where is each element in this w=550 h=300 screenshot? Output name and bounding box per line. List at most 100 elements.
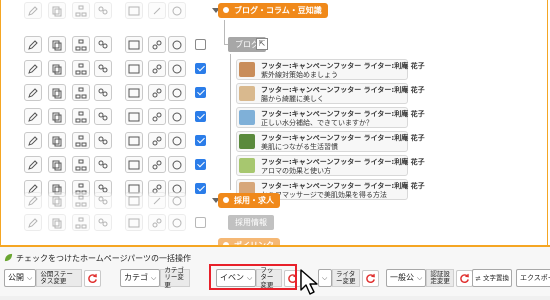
people-icon[interactable]: [94, 192, 112, 209]
link-icon[interactable]: [148, 60, 166, 77]
parts-row: フッター:キャンペーンフッター ライター:利庵 花子 正しい水分補給、できていま…: [0, 94, 550, 130]
people-icon[interactable]: [94, 36, 112, 53]
people-icon[interactable]: [94, 132, 112, 149]
comment-icon[interactable]: [168, 60, 186, 77]
comment-icon[interactable]: [168, 156, 186, 173]
entry-thumbnail: [239, 158, 255, 173]
entry-card[interactable]: フッター:キャンペーンフッター ライター:利庵 花子 正しい水分補給、できていま…: [236, 107, 425, 128]
category-recruit[interactable]: 採用・求人: [218, 193, 280, 208]
parts-row: ブログ ⇱: [0, 20, 550, 58]
comment-icon[interactable]: [168, 108, 186, 125]
comment-icon[interactable]: [168, 2, 186, 19]
link-icon[interactable]: [148, 132, 166, 149]
copy-icon[interactable]: [48, 156, 66, 173]
edit-icon[interactable]: [24, 36, 42, 53]
comment-icon[interactable]: [168, 132, 186, 149]
entry-card[interactable]: フッター:キャンペーンフッター ライター:利庵 花子 美肌につながる生活習慣: [236, 131, 425, 152]
edit-icon[interactable]: [24, 192, 42, 209]
edit-icon[interactable]: [24, 84, 42, 101]
window-icon[interactable]: [125, 2, 143, 19]
writer-apply-button[interactable]: [362, 269, 379, 287]
people-icon[interactable]: [94, 214, 112, 231]
tree-icon[interactable]: [72, 132, 90, 149]
row-checkbox[interactable]: [195, 159, 206, 170]
edit-icon[interactable]: [24, 2, 42, 19]
copy-icon[interactable]: [48, 132, 66, 149]
edit-icon[interactable]: [24, 132, 42, 149]
copy-icon[interactable]: [48, 36, 66, 53]
row-checkbox[interactable]: [195, 135, 206, 146]
row-checkbox[interactable]: [195, 39, 206, 50]
window-icon[interactable]: [125, 156, 143, 173]
tree-line: [230, 70, 231, 94]
tree-icon[interactable]: [72, 192, 90, 209]
entry-card[interactable]: フッター:キャンペーンフッター ライター:利庵 花子 アロマの効果と使い方: [236, 155, 425, 176]
copy-icon[interactable]: [48, 84, 66, 101]
link-icon[interactable]: [148, 214, 166, 231]
parts-row: ブログ・コラム・豆知識: [0, 0, 550, 24]
auth-apply-button[interactable]: [456, 269, 474, 287]
category-blog[interactable]: ブログ・コラム・豆知識: [218, 3, 328, 18]
copy-icon[interactable]: [48, 108, 66, 125]
tree-icon[interactable]: [72, 214, 90, 231]
entry-card[interactable]: フッター:キャンペーンフッター ライター:利庵 花子 腸から綺麗に美しく: [236, 83, 425, 104]
parts-row: フッター:キャンペーンフッター ライター:利庵 花子 腸から綺麗に美しく: [0, 70, 550, 106]
link-icon[interactable]: [148, 108, 166, 125]
comment-icon[interactable]: [168, 214, 186, 231]
edit-icon[interactable]: [24, 214, 42, 231]
tree-icon[interactable]: [72, 36, 90, 53]
people-icon[interactable]: [94, 108, 112, 125]
writer-change-label: ライター変更: [332, 269, 360, 287]
tree-icon[interactable]: [72, 156, 90, 173]
row-checkbox[interactable]: [195, 63, 206, 74]
row-checkbox[interactable]: [195, 111, 206, 122]
window-icon[interactable]: [125, 132, 143, 149]
auth-select[interactable]: 一般公 ⌵: [386, 269, 427, 287]
copy-icon[interactable]: [48, 2, 66, 19]
tree-icon[interactable]: [72, 60, 90, 77]
tree-icon[interactable]: [72, 2, 90, 19]
people-icon[interactable]: [94, 156, 112, 173]
parts-row: 採用・求人: [0, 190, 550, 214]
export-button[interactable]: エクスポート: [516, 269, 550, 287]
category-select[interactable]: カテゴ ⌵: [120, 269, 161, 287]
row-checkbox[interactable]: [195, 87, 206, 98]
edit-icon[interactable]: [24, 156, 42, 173]
link-icon[interactable]: [148, 156, 166, 173]
move-up-icon[interactable]: ⇱: [256, 38, 268, 50]
link-icon[interactable]: [148, 192, 166, 209]
tree-icon[interactable]: [72, 84, 90, 101]
comment-icon[interactable]: [168, 36, 186, 53]
category-recruit-sub[interactable]: 採用情報: [228, 215, 274, 230]
copy-icon[interactable]: [48, 214, 66, 231]
people-icon[interactable]: [94, 2, 112, 19]
copy-icon[interactable]: [48, 192, 66, 209]
edit-icon[interactable]: [24, 60, 42, 77]
entry-title: 美肌につながる生活習慣: [261, 143, 338, 151]
status-apply-button[interactable]: [84, 269, 102, 287]
link-icon[interactable]: [148, 36, 166, 53]
window-icon[interactable]: [125, 84, 143, 101]
people-icon[interactable]: [94, 84, 112, 101]
category-select-value: カテゴ: [124, 273, 148, 282]
window-icon[interactable]: [125, 192, 143, 209]
tree-icon[interactable]: [72, 108, 90, 125]
comment-icon[interactable]: [168, 192, 186, 209]
category-group: カテゴ ⌵ カテゴリー変更: [120, 266, 191, 289]
entry-card[interactable]: フッター:キャンペーンフッター ライター:利庵 花子 紫外線対策始めましょう: [236, 59, 425, 80]
link-icon[interactable]: [148, 2, 166, 19]
window-icon[interactable]: [125, 36, 143, 53]
tree-line: [230, 142, 231, 166]
tree-line: [230, 94, 231, 118]
edit-icon[interactable]: [24, 108, 42, 125]
comment-icon[interactable]: [168, 84, 186, 101]
window-icon[interactable]: [125, 108, 143, 125]
text-replace-button[interactable]: 文字置換: [472, 269, 512, 287]
row-checkbox[interactable]: [195, 217, 206, 228]
people-icon[interactable]: [94, 60, 112, 77]
window-icon[interactable]: [125, 214, 143, 231]
copy-icon[interactable]: [48, 60, 66, 77]
link-icon[interactable]: [148, 84, 166, 101]
status-select[interactable]: 公開 ⌵: [4, 269, 37, 287]
window-icon[interactable]: [125, 60, 143, 77]
